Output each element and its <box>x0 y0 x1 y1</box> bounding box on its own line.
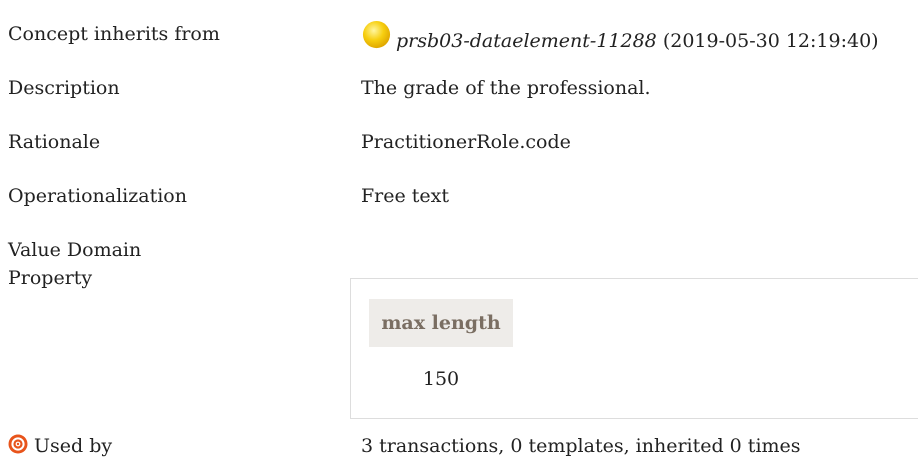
concept-inherits-link[interactable]: prsb03-dataelement-11288 <box>396 30 657 52</box>
used-by-label: Used by <box>34 435 113 457</box>
used-by-value[interactable]: 3 transactions, 0 templates, inherited 0… <box>361 432 801 460</box>
operationalization-row: Operationalization Free text <box>8 182 918 222</box>
property-label: Property <box>8 267 93 289</box>
description-value: The grade of the professional. <box>361 77 651 99</box>
concept-inherits-value: prsb03-dataelement-11288 (2019-05-30 12:… <box>361 20 879 55</box>
property-column-header: max length <box>369 299 513 347</box>
used-by-row: Used by 3 transactions, 0 templates, inh… <box>8 432 918 472</box>
operationalization-value: Free text <box>361 185 450 207</box>
concept-inherits-row: Concept inherits from prsb03-dataelement… <box>8 20 918 60</box>
concept-inherits-label: Concept inherits from <box>8 23 220 45</box>
rationale-row: Rationale PractitionerRole.code <box>8 128 918 168</box>
description-label: Description <box>8 77 120 99</box>
target-icon <box>8 434 28 454</box>
property-column-value: 150 <box>422 368 460 390</box>
operationalization-label: Operationalization <box>8 185 187 207</box>
used-by-label-group: Used by <box>8 432 112 460</box>
concept-inherits-timestamp: (2019-05-30 12:19:40) <box>662 30 879 52</box>
rationale-value: PractitionerRole.code <box>361 131 571 153</box>
value-domain-label: Value Domain <box>8 239 142 261</box>
rationale-label: Rationale <box>8 131 101 153</box>
property-table: max length 150 <box>350 278 918 419</box>
concept-status-icon <box>362 20 391 49</box>
description-row: Description The grade of the professiona… <box>8 74 918 114</box>
